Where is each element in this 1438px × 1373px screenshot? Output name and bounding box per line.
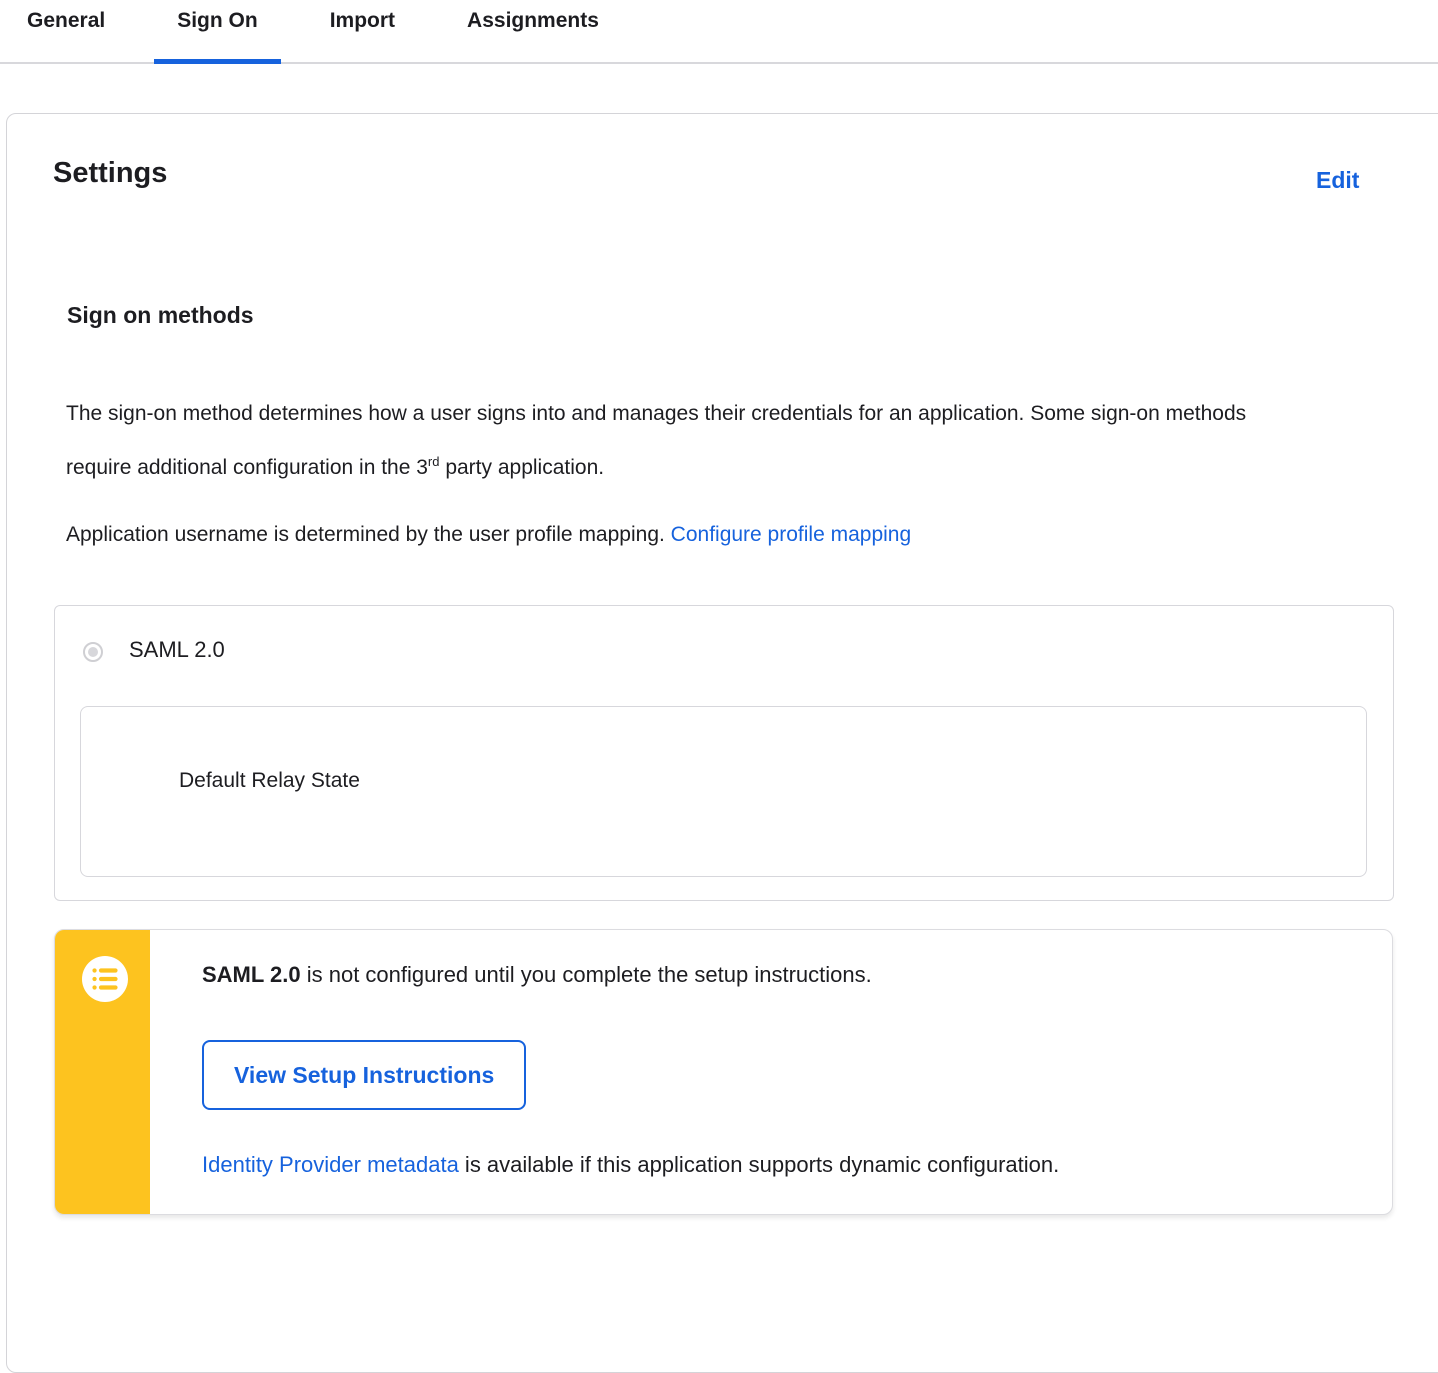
tab-sign-on[interactable]: Sign On [154,0,281,64]
view-setup-instructions-button[interactable]: View Setup Instructions [202,1040,527,1110]
tab-assignments[interactable]: Assignments [467,0,599,62]
sign-on-description: The sign-on method determines how a user… [66,390,1301,492]
edit-link[interactable]: Edit [1316,167,1359,194]
default-relay-state-box: Default Relay State [80,706,1367,877]
saml-radio-button[interactable] [83,642,103,662]
app-tabbar: General Sign On Import Assignments [0,0,1438,64]
metadata-line-text: is available if this application support… [458,1152,1060,1177]
default-relay-state-label: Default Relay State [179,769,360,792]
description-superscript: rd [427,454,440,469]
callout-method-name: SAML 2.0 [202,962,301,987]
description-text-2: party application. [439,456,605,479]
username-mapping-line: Application username is determined by th… [66,511,1366,559]
settings-title: Settings [53,157,168,189]
saml-option-box: SAML 2.0 Default Relay State [54,605,1394,901]
metadata-line: Identity Provider metadata is available … [202,1152,1059,1178]
callout-message: SAML 2.0 is not configured until you com… [202,962,872,988]
saml-radio-label: SAML 2.0 [129,637,225,662]
settings-card: Settings Edit Sign on methods The sign-o… [6,113,1438,1373]
callout-message-text: is not configured until you complete the… [300,962,872,987]
configure-profile-mapping-link[interactable]: Configure profile mapping [671,523,911,546]
saml-setup-callout: SAML 2.0 is not configured until you com… [54,929,1393,1215]
tab-import[interactable]: Import [330,0,395,62]
bulleted-list-icon [82,956,128,1002]
username-mapping-text: Application username is determined by th… [66,523,671,546]
description-text-1: The sign-on method determines how a user… [66,402,1247,479]
sign-on-methods-heading: Sign on methods [67,302,254,328]
tab-general[interactable]: General [27,0,105,62]
identity-provider-metadata-link[interactable]: Identity Provider metadata [202,1152,459,1177]
